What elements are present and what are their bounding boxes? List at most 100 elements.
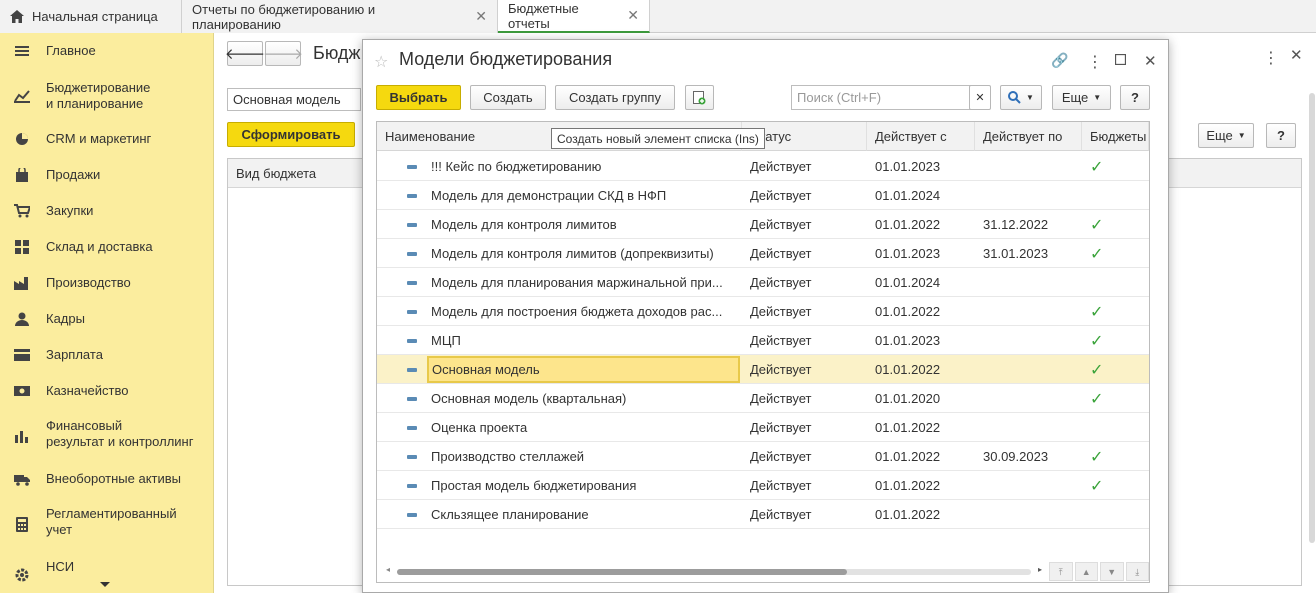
generate-button[interactable]: Сформировать [227,122,355,147]
clear-search-button[interactable]: ✕ [969,85,991,110]
close-icon[interactable]: ✕ [1290,46,1303,64]
more-vertical-icon[interactable]: ⋮ [1087,52,1103,72]
close-icon[interactable]: ✕ [627,7,639,24]
scroll-track[interactable] [397,569,1031,575]
warehouse-grid-icon [14,239,30,255]
create-group-button[interactable]: Создать группу [555,85,675,110]
table-row[interactable]: !!! Кейс по бюджетированию Действует 01.01… [377,152,1149,181]
check-icon: ✓ [1090,448,1104,466]
select-button[interactable]: Выбрать [376,85,461,110]
copy-button[interactable] [685,85,714,110]
first-page-icon[interactable]: ⤒ [1049,562,1073,581]
tab-home[interactable]: Начальная страница [0,0,182,33]
scroll-left-icon[interactable]: ◂ [386,565,390,574]
more-button[interactable]: Еще ▼ [1198,123,1254,148]
sidebar-item-sales[interactable]: Продажи [0,166,214,184]
cell-status: Действует [750,246,812,261]
tab-budget-reports[interactable]: Бюджетные отчеты ✕ [498,0,650,33]
help-button[interactable]: ? [1120,85,1150,110]
cell-from: 01.01.2022 [875,449,941,464]
item-marker-icon [407,165,417,169]
column-header-to[interactable]: Действует по [975,122,1082,151]
scroll-down-icon[interactable] [100,582,110,587]
cell-status: Действует [750,391,812,406]
star-icon[interactable]: ☆ [374,52,388,72]
sidebar-item-label: Казначейство [46,383,129,398]
previous-page-icon[interactable]: ▲ [1074,562,1098,581]
link-icon[interactable]: 🔗 [1051,52,1068,69]
sidebar-item-budgeting[interactable]: Бюджетирование и планирование [0,80,214,112]
table-row[interactable]: Простая модель бюджетирования Действует 01… [377,471,1149,500]
horizontal-scrollbar[interactable]: ◂ ▸ ⤒ ▲ ▼ ⤓ [377,559,1149,582]
table-row[interactable]: Скльзящее планирование Действует 01.01.202… [377,500,1149,529]
scroll-right-icon[interactable]: ▸ [1038,565,1042,574]
sidebar-item-salary[interactable]: Зарплата [0,346,214,364]
table-row[interactable]: Модель для демонстрации СКД в НФП Действу… [377,181,1149,210]
sidebar-item-label: Зарплата [46,347,103,362]
chevron-down-icon: ▼ [1237,131,1246,140]
sidebar-item-crm[interactable]: CRM и маркетинг [0,130,214,148]
money-icon [14,383,30,399]
more-vertical-icon[interactable]: ⋮ [1263,48,1279,68]
column-header-budgets[interactable]: Бюджеты [1082,122,1149,151]
close-icon[interactable]: ✕ [475,8,487,25]
sidebar-item-warehouse[interactable]: Склад и доставка [0,238,214,256]
sidebar-item-purchases[interactable]: Закупки [0,202,214,220]
sidebar-item-label: Финансовый результат и контроллинг [46,418,194,449]
table-row[interactable]: Основная модель (квартальная) Действует 01… [377,384,1149,413]
sidebar-item-nsi[interactable]: НСИ [0,558,214,582]
cell-to [983,181,1083,210]
last-page-icon[interactable]: ⤓ [1125,562,1149,581]
table-row[interactable]: Производство стеллажей Действует 01.01.202… [377,442,1149,471]
scrollbar[interactable] [1309,93,1315,543]
close-icon[interactable]: ✕ [1144,52,1157,70]
menu-icon [14,43,30,59]
sidebar-item-treasury[interactable]: Казначейство [0,382,214,400]
cell-from: 01.01.2022 [875,217,941,232]
cell-from: 01.01.2023 [875,246,941,261]
next-page-icon[interactable]: ▼ [1100,562,1124,581]
check-icon: ✓ [1090,158,1104,176]
scroll-thumb[interactable] [397,569,847,575]
sidebar-item-fixed-assets[interactable]: Внеоборотные активы [0,470,214,488]
table-row[interactable]: Модель для контроля лимитов Действует 01.0… [377,210,1149,239]
sidebar-item-hr[interactable]: Кадры [0,310,214,328]
arrow-right-icon: 🡒 [262,46,304,63]
factory-icon [14,275,30,291]
cell-name: Скльзящее планирование [431,507,589,522]
sidebar-item-production[interactable]: Производство [0,274,214,292]
check-icon: ✓ [1090,361,1104,379]
forward-button[interactable]: 🡒 [262,41,304,66]
cell-to [983,471,1083,500]
table-row[interactable]: Модель для построения бюджета доходов ра… [377,297,1149,326]
table-row[interactable]: МЦП Действует 01.01.2023 ✓ [377,326,1149,355]
search-input[interactable]: Поиск (Ctrl+F) [791,85,971,110]
item-marker-icon [407,368,417,372]
tab-reports[interactable]: Отчеты по бюджетированию и планированию … [182,0,498,33]
search-button[interactable]: ▼ [1000,85,1042,110]
home-icon [10,10,24,23]
more-button[interactable]: Еще ▼ [1052,85,1111,110]
table-row[interactable]: Модель для планирования маржинальной при… [377,268,1149,297]
cell-status: Действует [750,275,812,290]
check-icon: ✓ [1090,390,1104,408]
back-button[interactable]: 🡐 [225,41,265,66]
table-row[interactable]: Оценка проекта Действует 01.01.2022 [377,413,1149,442]
table-row[interactable]: Основная модель Действует 01.01.2022 ✓ [377,355,1149,384]
sidebar-item-financial-result[interactable]: Финансовый результат и контроллинг [0,418,214,450]
column-header-from[interactable]: Действует с [867,122,975,151]
gear-icon [14,567,30,583]
sidebar-item-label: Регламентированный учет [46,506,177,537]
chevron-down-icon: ▼ [1093,93,1102,102]
model-field[interactable]: Основная модель [227,88,361,111]
help-button[interactable]: ? [1266,123,1296,148]
create-button[interactable]: Создать [470,85,546,110]
cell-status: Действует [750,304,812,319]
cell-to [983,152,1083,181]
shopping-bag-icon [14,167,30,183]
budget-chart-icon [14,88,30,104]
table-row[interactable]: Модель для контроля лимитов (допреквизит… [377,239,1149,268]
sidebar-item-main[interactable]: Главное [0,42,214,60]
sidebar-item-regulated-accounting[interactable]: Регламентированный учет [0,506,214,538]
maximize-icon[interactable] [1114,52,1127,68]
